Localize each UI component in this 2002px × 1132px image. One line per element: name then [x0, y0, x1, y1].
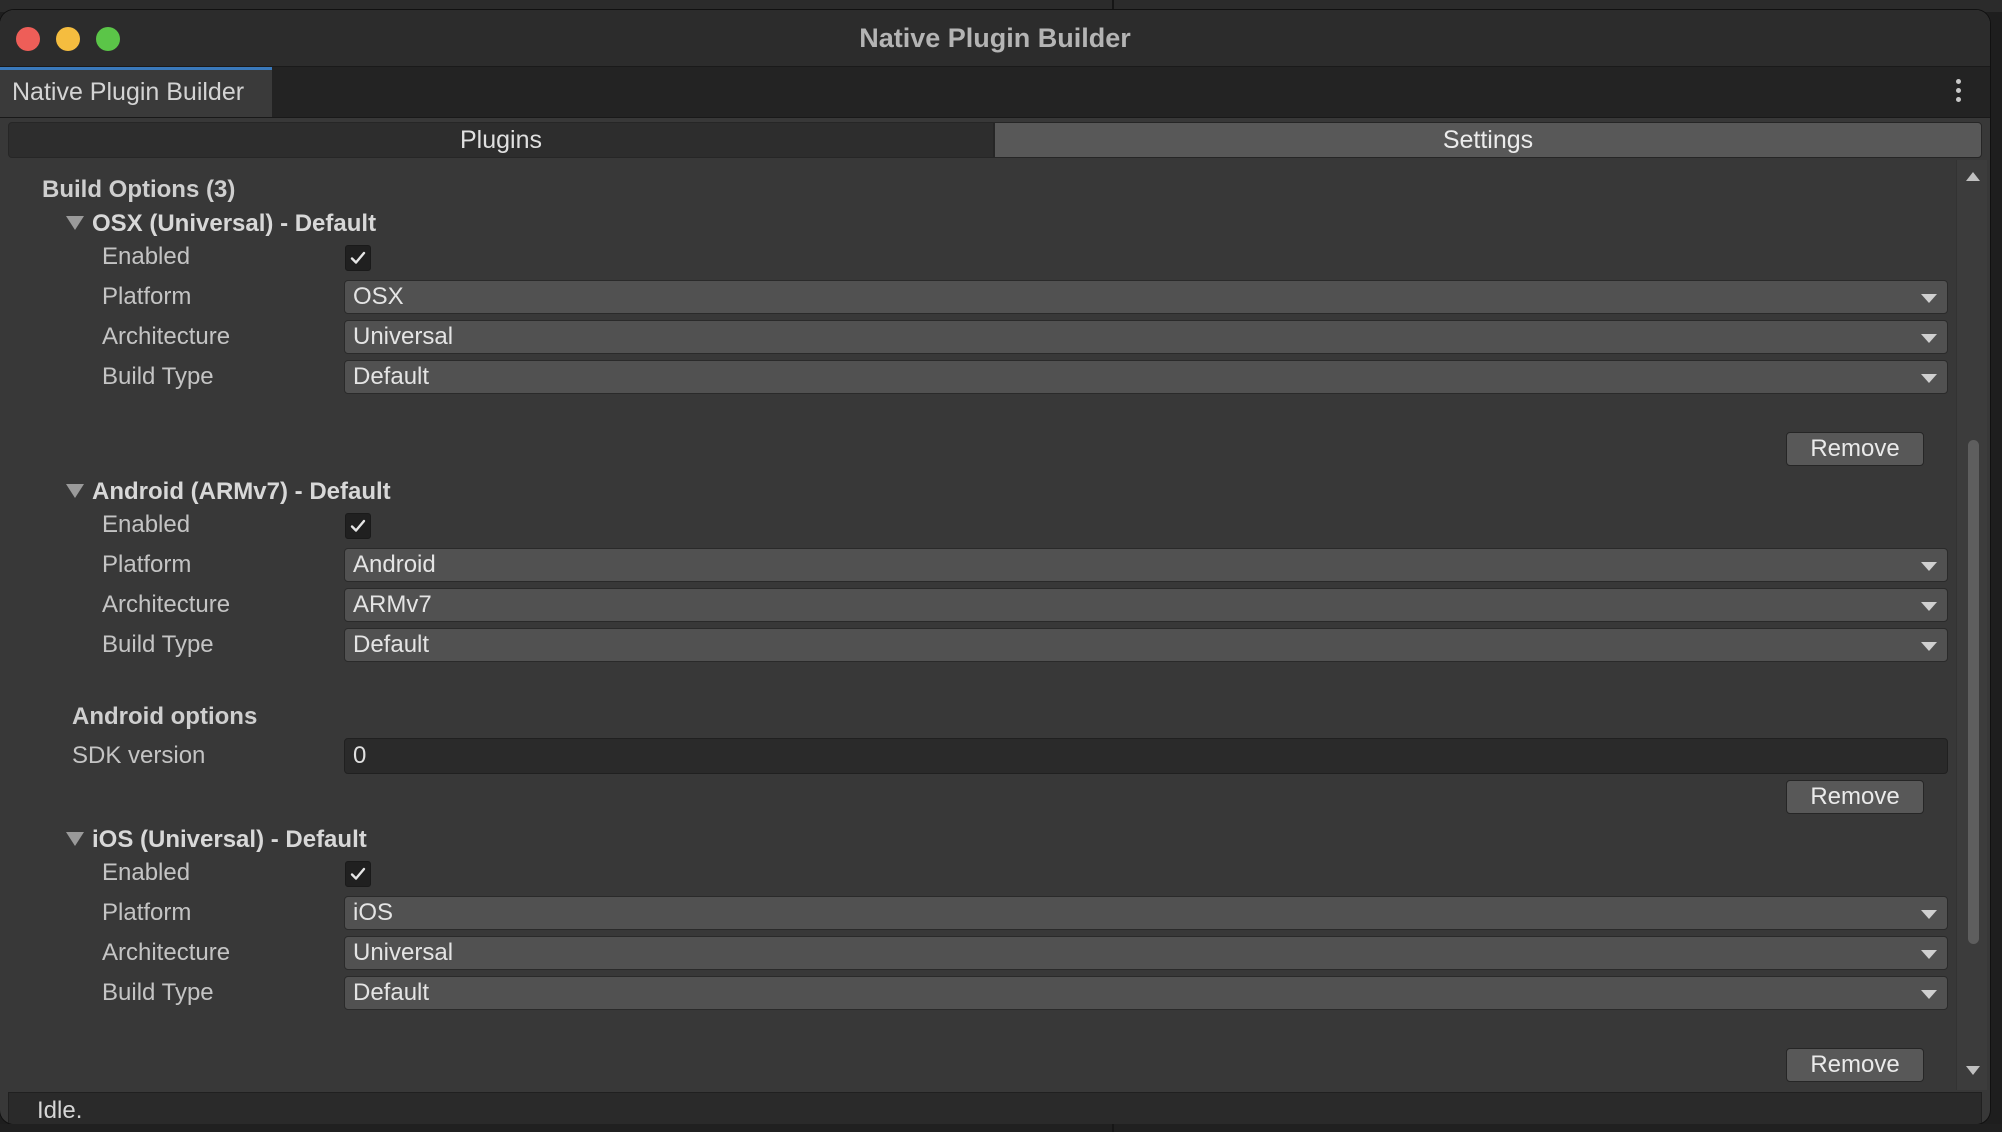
dropdown-value: Default: [353, 979, 430, 1006]
tab-native-plugin-builder[interactable]: Native Plugin Builder: [0, 67, 272, 117]
dropdown-value: Universal: [353, 939, 454, 966]
build-type-label: Build Type: [102, 363, 214, 390]
osx-enabled-checkbox[interactable]: [345, 245, 371, 271]
triangle-down-icon: [66, 831, 84, 846]
chevron-down-icon: [1921, 334, 1937, 343]
ios-remove-button[interactable]: Remove: [1786, 1048, 1924, 1082]
scroll-up-arrow-icon[interactable]: [1966, 172, 1980, 181]
more-options-icon[interactable]: [1956, 79, 1962, 105]
chevron-down-icon: [1921, 642, 1937, 651]
dropdown-value: Default: [353, 631, 430, 658]
title-bar: Native Plugin Builder: [0, 10, 1990, 67]
dropdown-value: Universal: [353, 323, 454, 350]
build-options-panel: Build Options (3) OSX (Universal) - Defa…: [8, 160, 1956, 1090]
chevron-down-icon: [1921, 374, 1937, 383]
scroll-down-arrow-icon[interactable]: [1966, 1066, 1980, 1075]
platform-label: Platform: [102, 899, 192, 926]
chevron-down-icon: [1921, 950, 1937, 959]
osx-build-type-dropdown[interactable]: Default: [344, 360, 1948, 394]
dropdown-value: iOS: [353, 899, 394, 926]
sdk-version-label: SDK version: [72, 742, 206, 769]
enabled-label: Enabled: [102, 511, 191, 538]
chevron-down-icon: [1921, 990, 1937, 999]
architecture-label: Architecture: [102, 323, 231, 350]
ios-build-type-dropdown[interactable]: Default: [344, 976, 1948, 1010]
chevron-down-icon: [1921, 910, 1937, 919]
android-enabled-checkbox[interactable]: [345, 513, 371, 539]
platform-label: Platform: [102, 283, 192, 310]
ios-enabled-checkbox[interactable]: [345, 861, 371, 887]
editor-window: Native Plugin Builder Native Plugin Buil…: [0, 10, 1990, 1124]
tab-strip: Native Plugin Builder: [0, 67, 1990, 118]
foldout-android-header[interactable]: Android (ARMv7) - Default: [66, 475, 391, 509]
foldout-android-label: Android (ARMv7) - Default: [92, 478, 391, 505]
dropdown-value: Android: [353, 551, 436, 578]
background-window-edge-bottom: [0, 1124, 2002, 1132]
android-options-title: Android options: [72, 703, 258, 730]
build-options-title: Build Options (3): [42, 176, 236, 203]
dropdown-value: OSX: [353, 283, 404, 310]
tab-settings[interactable]: Settings: [994, 122, 1982, 158]
chevron-down-icon: [1921, 294, 1937, 303]
chevron-down-icon: [1921, 562, 1937, 571]
ios-architecture-dropdown[interactable]: Universal: [344, 936, 1948, 970]
window-title: Native Plugin Builder: [859, 23, 1131, 53]
foldout-ios-label: iOS (Universal) - Default: [92, 826, 367, 853]
triangle-down-icon: [66, 483, 84, 498]
android-remove-button[interactable]: Remove: [1786, 780, 1924, 814]
tab-plugins[interactable]: Plugins: [8, 122, 994, 158]
build-type-label: Build Type: [102, 631, 214, 658]
dropdown-value: ARMv7: [353, 591, 432, 618]
enabled-label: Enabled: [102, 859, 191, 886]
osx-remove-button[interactable]: Remove: [1786, 432, 1924, 466]
foldout-ios-header[interactable]: iOS (Universal) - Default: [66, 823, 367, 857]
architecture-label: Architecture: [102, 591, 231, 618]
android-architecture-dropdown[interactable]: ARMv7: [344, 588, 1948, 622]
build-type-label: Build Type: [102, 979, 214, 1006]
checkmark-icon: [350, 251, 366, 264]
foldout-osx-label: OSX (Universal) - Default: [92, 210, 377, 237]
android-build-type-dropdown[interactable]: Default: [344, 628, 1948, 662]
dropdown-value: Default: [353, 363, 430, 390]
view-toolbar: Plugins Settings: [8, 122, 1982, 158]
android-platform-dropdown[interactable]: Android: [344, 548, 1948, 582]
sdk-version-field[interactable]: 0: [344, 738, 1948, 774]
platform-label: Platform: [102, 551, 192, 578]
enabled-label: Enabled: [102, 243, 191, 270]
scroll-thumb[interactable]: [1968, 440, 1979, 944]
chevron-down-icon: [1921, 602, 1937, 611]
ios-platform-dropdown[interactable]: iOS: [344, 896, 1948, 930]
status-bar: Idle.: [8, 1092, 1982, 1124]
triangle-down-icon: [66, 215, 84, 230]
checkmark-icon: [350, 867, 366, 880]
osx-platform-dropdown[interactable]: OSX: [344, 280, 1948, 314]
osx-architecture-dropdown[interactable]: Universal: [344, 320, 1948, 354]
foldout-osx-header[interactable]: OSX (Universal) - Default: [66, 207, 376, 241]
vertical-scrollbar[interactable]: [1956, 160, 1987, 1090]
architecture-label: Architecture: [102, 939, 231, 966]
checkmark-icon: [350, 519, 366, 532]
